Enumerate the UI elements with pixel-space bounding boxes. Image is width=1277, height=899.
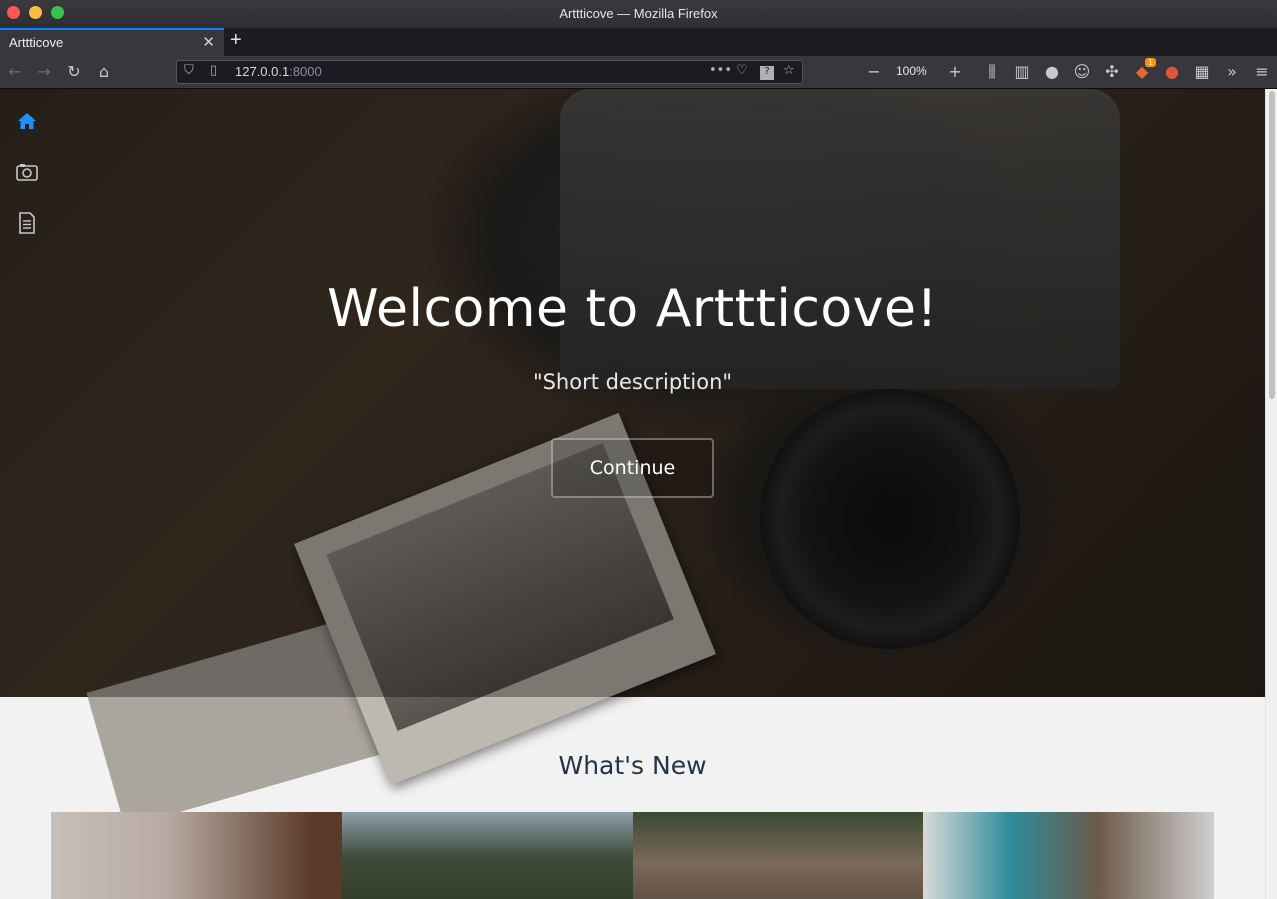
continue-button[interactable]: Continue (551, 438, 714, 498)
gallery-thumbnail[interactable] (341, 812, 633, 899)
zoom-level[interactable]: 100% (896, 64, 927, 78)
url-bar[interactable]: ⛉ ▯ 127.0.0.1:8000 ••• ♡ ? ☆ (176, 60, 803, 84)
extension-dots-icon[interactable]: ✣ (1102, 62, 1122, 82)
hero-section: Welcome to Arttticove! "Short descriptio… (0, 89, 1265, 828)
navigation-toolbar: ← → ↻ ⌂ ⛉ ▯ 127.0.0.1:8000 ••• ♡ ? ☆ − 1… (0, 56, 1277, 89)
window-titlebar: Arttticove — Mozilla Firefox (0, 0, 1277, 28)
home-icon (18, 113, 36, 129)
zoom-out-icon[interactable]: − (864, 62, 884, 82)
gallery-thumbnail[interactable] (923, 812, 1214, 899)
forward-arrow-icon[interactable]: → (34, 62, 54, 82)
url-text[interactable]: 127.0.0.1:8000 (235, 64, 322, 79)
duckduckgo-icon[interactable]: ● (1162, 62, 1182, 82)
web-page: Welcome to Arttticove! "Short descriptio… (0, 89, 1265, 899)
page-actions-icon[interactable]: ••• (709, 63, 732, 78)
zoom-in-icon[interactable]: + (945, 62, 965, 82)
extension-unknown-icon[interactable]: ? (760, 66, 774, 80)
account-icon[interactable]: ● (1042, 62, 1062, 82)
new-tab-button[interactable]: + (230, 29, 242, 52)
tab-title: Arttticove (9, 35, 64, 50)
reload-icon[interactable]: ↻ (64, 62, 84, 82)
document-icon (19, 212, 35, 234)
back-arrow-icon[interactable]: ← (5, 62, 25, 82)
overflow-chevrons-icon[interactable]: » (1222, 62, 1242, 82)
page-scrollbar[interactable] (1265, 89, 1277, 899)
shield-icon[interactable]: ⛉ (184, 63, 194, 78)
gallery-thumbnail[interactable] (51, 812, 342, 899)
gallery-thumbnail[interactable] (632, 812, 924, 899)
bookmark-star-icon[interactable]: ☆ (783, 63, 795, 78)
hero-title: Welcome to Arttticove! (327, 279, 938, 339)
sidenav-documents[interactable] (14, 210, 40, 236)
home-icon[interactable]: ⌂ (94, 62, 114, 82)
sidebar-icon[interactable]: ▥ (1012, 62, 1032, 82)
camera-icon (16, 164, 38, 181)
side-navigation (0, 89, 56, 289)
scrollbar-thumb[interactable] (1269, 91, 1275, 399)
whats-new-heading: What's New (558, 751, 707, 780)
whats-new-gallery (51, 812, 1214, 899)
hero-subtitle: "Short description" (532, 370, 733, 394)
tab-close-icon[interactable]: ✕ (202, 33, 215, 51)
sidenav-gallery[interactable] (14, 159, 40, 185)
sidenav-home[interactable] (14, 108, 40, 134)
window-title: Arttticove — Mozilla Firefox (559, 6, 718, 21)
notification-badge: 1 (1145, 58, 1157, 67)
tab-arttticove[interactable]: Arttticove ✕ (0, 28, 224, 56)
tab-strip: Arttticove ✕ + (0, 28, 1277, 56)
pocket-icon[interactable]: ♡ (736, 63, 748, 78)
extension-fence-icon[interactable]: ▦ (1192, 62, 1212, 82)
hamburger-menu-icon[interactable]: ≡ (1252, 62, 1272, 82)
library-icon[interactable]: ⫼ (982, 62, 1002, 82)
page-info-icon[interactable]: ▯ (210, 63, 217, 78)
extension-face-icon[interactable]: ☺ (1072, 62, 1092, 82)
